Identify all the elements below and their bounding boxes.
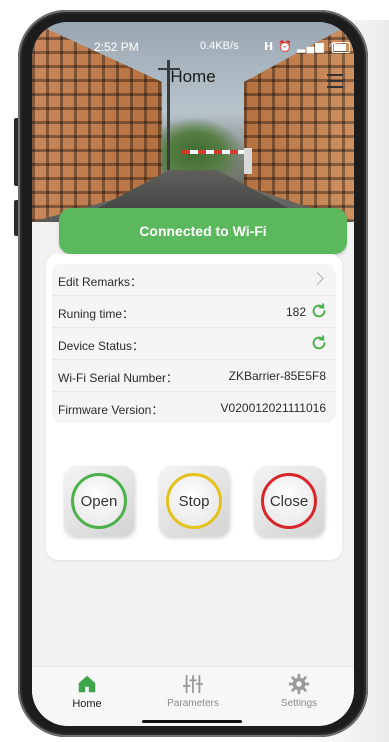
wifi-serial-label: Wi-Fi Serial Number：: [58, 371, 179, 385]
firmware-version-value: V020012021111016: [220, 401, 326, 415]
sliders-icon: [182, 674, 204, 694]
status-speed: 0.4KB/s: [200, 40, 239, 52]
device-card: Edit Remarks： Runing time： 182 Device St…: [46, 254, 342, 560]
gear-icon: [288, 673, 310, 695]
firmware-version-label: Firmware Version：: [58, 403, 164, 417]
chevron-right-icon: [311, 272, 324, 285]
bottom-nav: Home Parameters Settings: [32, 666, 354, 726]
open-button[interactable]: Open: [71, 473, 127, 529]
running-time-row: Runing time： 182: [52, 296, 336, 328]
menu-icon[interactable]: [327, 74, 343, 88]
nav-settings[interactable]: Settings: [259, 673, 339, 709]
close-button[interactable]: Close: [261, 473, 317, 529]
barrier-post: [244, 148, 252, 174]
nav-parameters-label: Parameters: [167, 698, 219, 709]
nav-parameters[interactable]: Parameters: [153, 673, 233, 709]
page-title: Home: [170, 67, 216, 86]
refresh-icon[interactable]: [310, 302, 328, 320]
trees: [162, 117, 244, 177]
status-time: 2:52 PM: [94, 40, 139, 54]
hd-icon: 𝗛: [264, 41, 275, 53]
status-icons: 𝗛 ⏰ ▂▄▆ ◠: [264, 40, 339, 53]
firmware-version-row: Firmware Version： V020012021111016: [52, 392, 336, 423]
edit-remarks-label: Edit Remarks：: [58, 275, 143, 289]
wifi-serial-row: Wi-Fi Serial Number： ZKBarrier-85E5F8: [52, 360, 336, 392]
open-button-frame: Open: [64, 466, 134, 536]
hero-photo: 2:52 PM 0.4KB/s 𝗛 ⏰ ▂▄▆ ◠ Home: [32, 22, 354, 222]
close-button-frame: Close: [254, 466, 324, 536]
home-indicator[interactable]: [142, 720, 242, 723]
running-time-label: Runing time：: [58, 307, 135, 321]
edit-remarks-row[interactable]: Edit Remarks：: [52, 264, 336, 296]
signal-icon: ▂▄▆: [297, 41, 325, 53]
running-time-value: 182: [285, 305, 306, 319]
refresh-icon[interactable]: [310, 334, 328, 352]
status-bar: 2:52 PM 0.4KB/s 𝗛 ⏰ ▂▄▆ ◠: [32, 40, 354, 56]
home-icon: [78, 675, 96, 693]
phone-screen: 2:52 PM 0.4KB/s 𝗛 ⏰ ▂▄▆ ◠ Home Connected…: [32, 22, 354, 726]
alarm-icon: ⏰: [278, 41, 293, 53]
nav-home[interactable]: Home: [47, 673, 127, 710]
stop-button[interactable]: Stop: [166, 473, 222, 529]
barrier-arm: [182, 150, 252, 154]
info-list: Edit Remarks： Runing time： 182 Device St…: [52, 264, 336, 423]
nav-settings-label: Settings: [280, 698, 318, 709]
device-status-label: Device Status：: [58, 339, 145, 353]
battery-icon: [332, 42, 350, 53]
wifi-status-banner[interactable]: Connected to Wi-Fi: [59, 208, 347, 254]
device-status-row: Device Status：: [52, 328, 336, 360]
wifi-serial-value: ZKBarrier-85E5F8: [228, 369, 326, 383]
stop-button-frame: Stop: [159, 466, 229, 536]
nav-home-label: Home: [72, 698, 102, 710]
